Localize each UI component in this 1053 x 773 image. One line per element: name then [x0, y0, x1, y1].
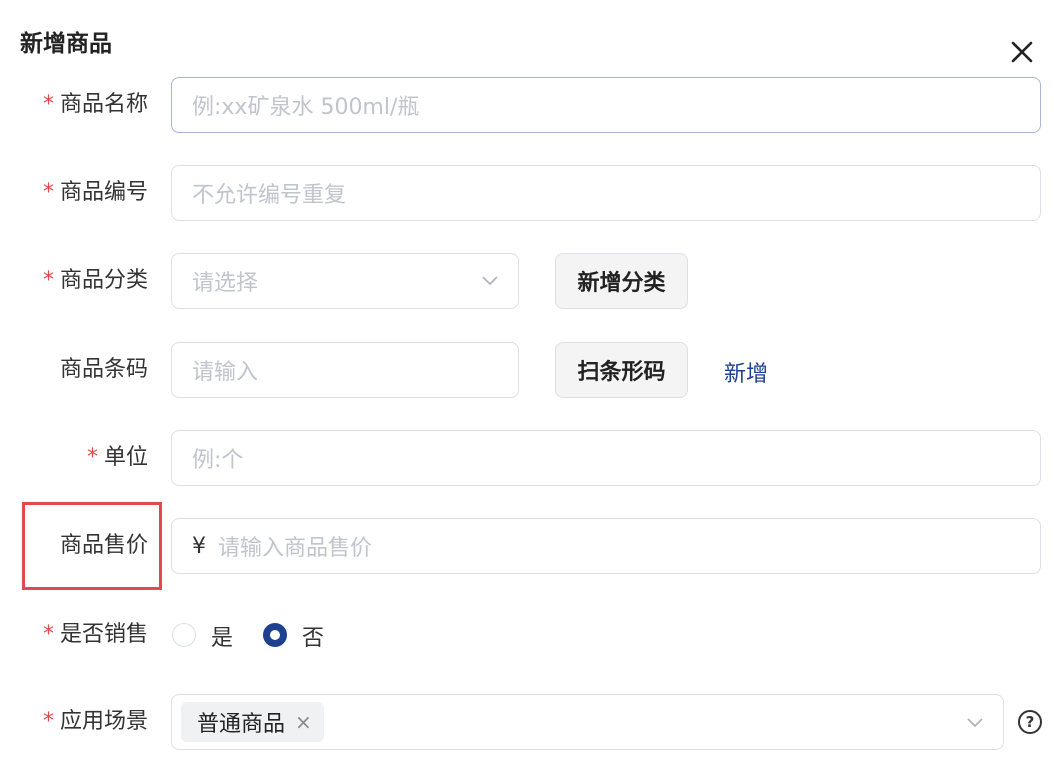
radio-yes-label[interactable]: 是: [211, 620, 233, 652]
field-label-barcode: 商品条码: [59, 357, 148, 382]
field-label-price: 商品售价: [59, 533, 148, 558]
scene-tag: 普通商品 ×: [181, 702, 324, 742]
unit-placeholder: 例:个: [192, 448, 244, 473]
product-code-placeholder: 不允许编号重复: [192, 183, 347, 208]
close-icon[interactable]: [1006, 36, 1038, 68]
category-select[interactable]: 请选择: [171, 253, 519, 309]
barcode-placeholder: 请输入: [192, 360, 259, 385]
radio-yes[interactable]: [172, 623, 196, 647]
currency-symbol: ¥: [192, 533, 206, 559]
radio-no-label[interactable]: 否: [302, 620, 324, 652]
unit-input[interactable]: 例:个: [171, 430, 1041, 486]
add-category-button[interactable]: 新增分类: [555, 253, 688, 309]
field-label-category: * 商品分类: [42, 268, 148, 293]
product-name-input[interactable]: 例:xx矿泉水 500ml/瓶: [171, 77, 1041, 133]
field-label-on-sale: * 是否销售: [42, 622, 148, 647]
field-label-unit: * 单位: [86, 445, 148, 470]
field-label-name: * 商品名称: [42, 92, 148, 117]
scan-barcode-button[interactable]: 扫条形码: [555, 342, 688, 398]
radio-no[interactable]: [263, 623, 287, 647]
product-name-placeholder: 例:xx矿泉水 500ml/瓶: [192, 95, 420, 120]
product-code-input[interactable]: 不允许编号重复: [171, 165, 1041, 221]
tag-remove-icon[interactable]: ×: [295, 710, 312, 734]
field-label-code: * 商品编号: [42, 180, 148, 205]
category-placeholder: 请选择: [192, 271, 259, 296]
field-label-scene: * 应用场景: [42, 709, 148, 734]
price-input[interactable]: ¥ 请输入商品售价: [171, 518, 1041, 574]
scene-tag-label: 普通商品: [197, 712, 286, 737]
dialog-title: 新增商品: [20, 31, 112, 57]
barcode-input[interactable]: 请输入: [171, 342, 519, 398]
chevron-down-icon[interactable]: [966, 715, 984, 729]
add-barcode-link[interactable]: 新增: [724, 356, 768, 388]
help-icon[interactable]: ?: [1018, 710, 1042, 734]
price-placeholder: 请输入商品售价: [218, 536, 373, 561]
chevron-down-icon[interactable]: [481, 273, 499, 287]
